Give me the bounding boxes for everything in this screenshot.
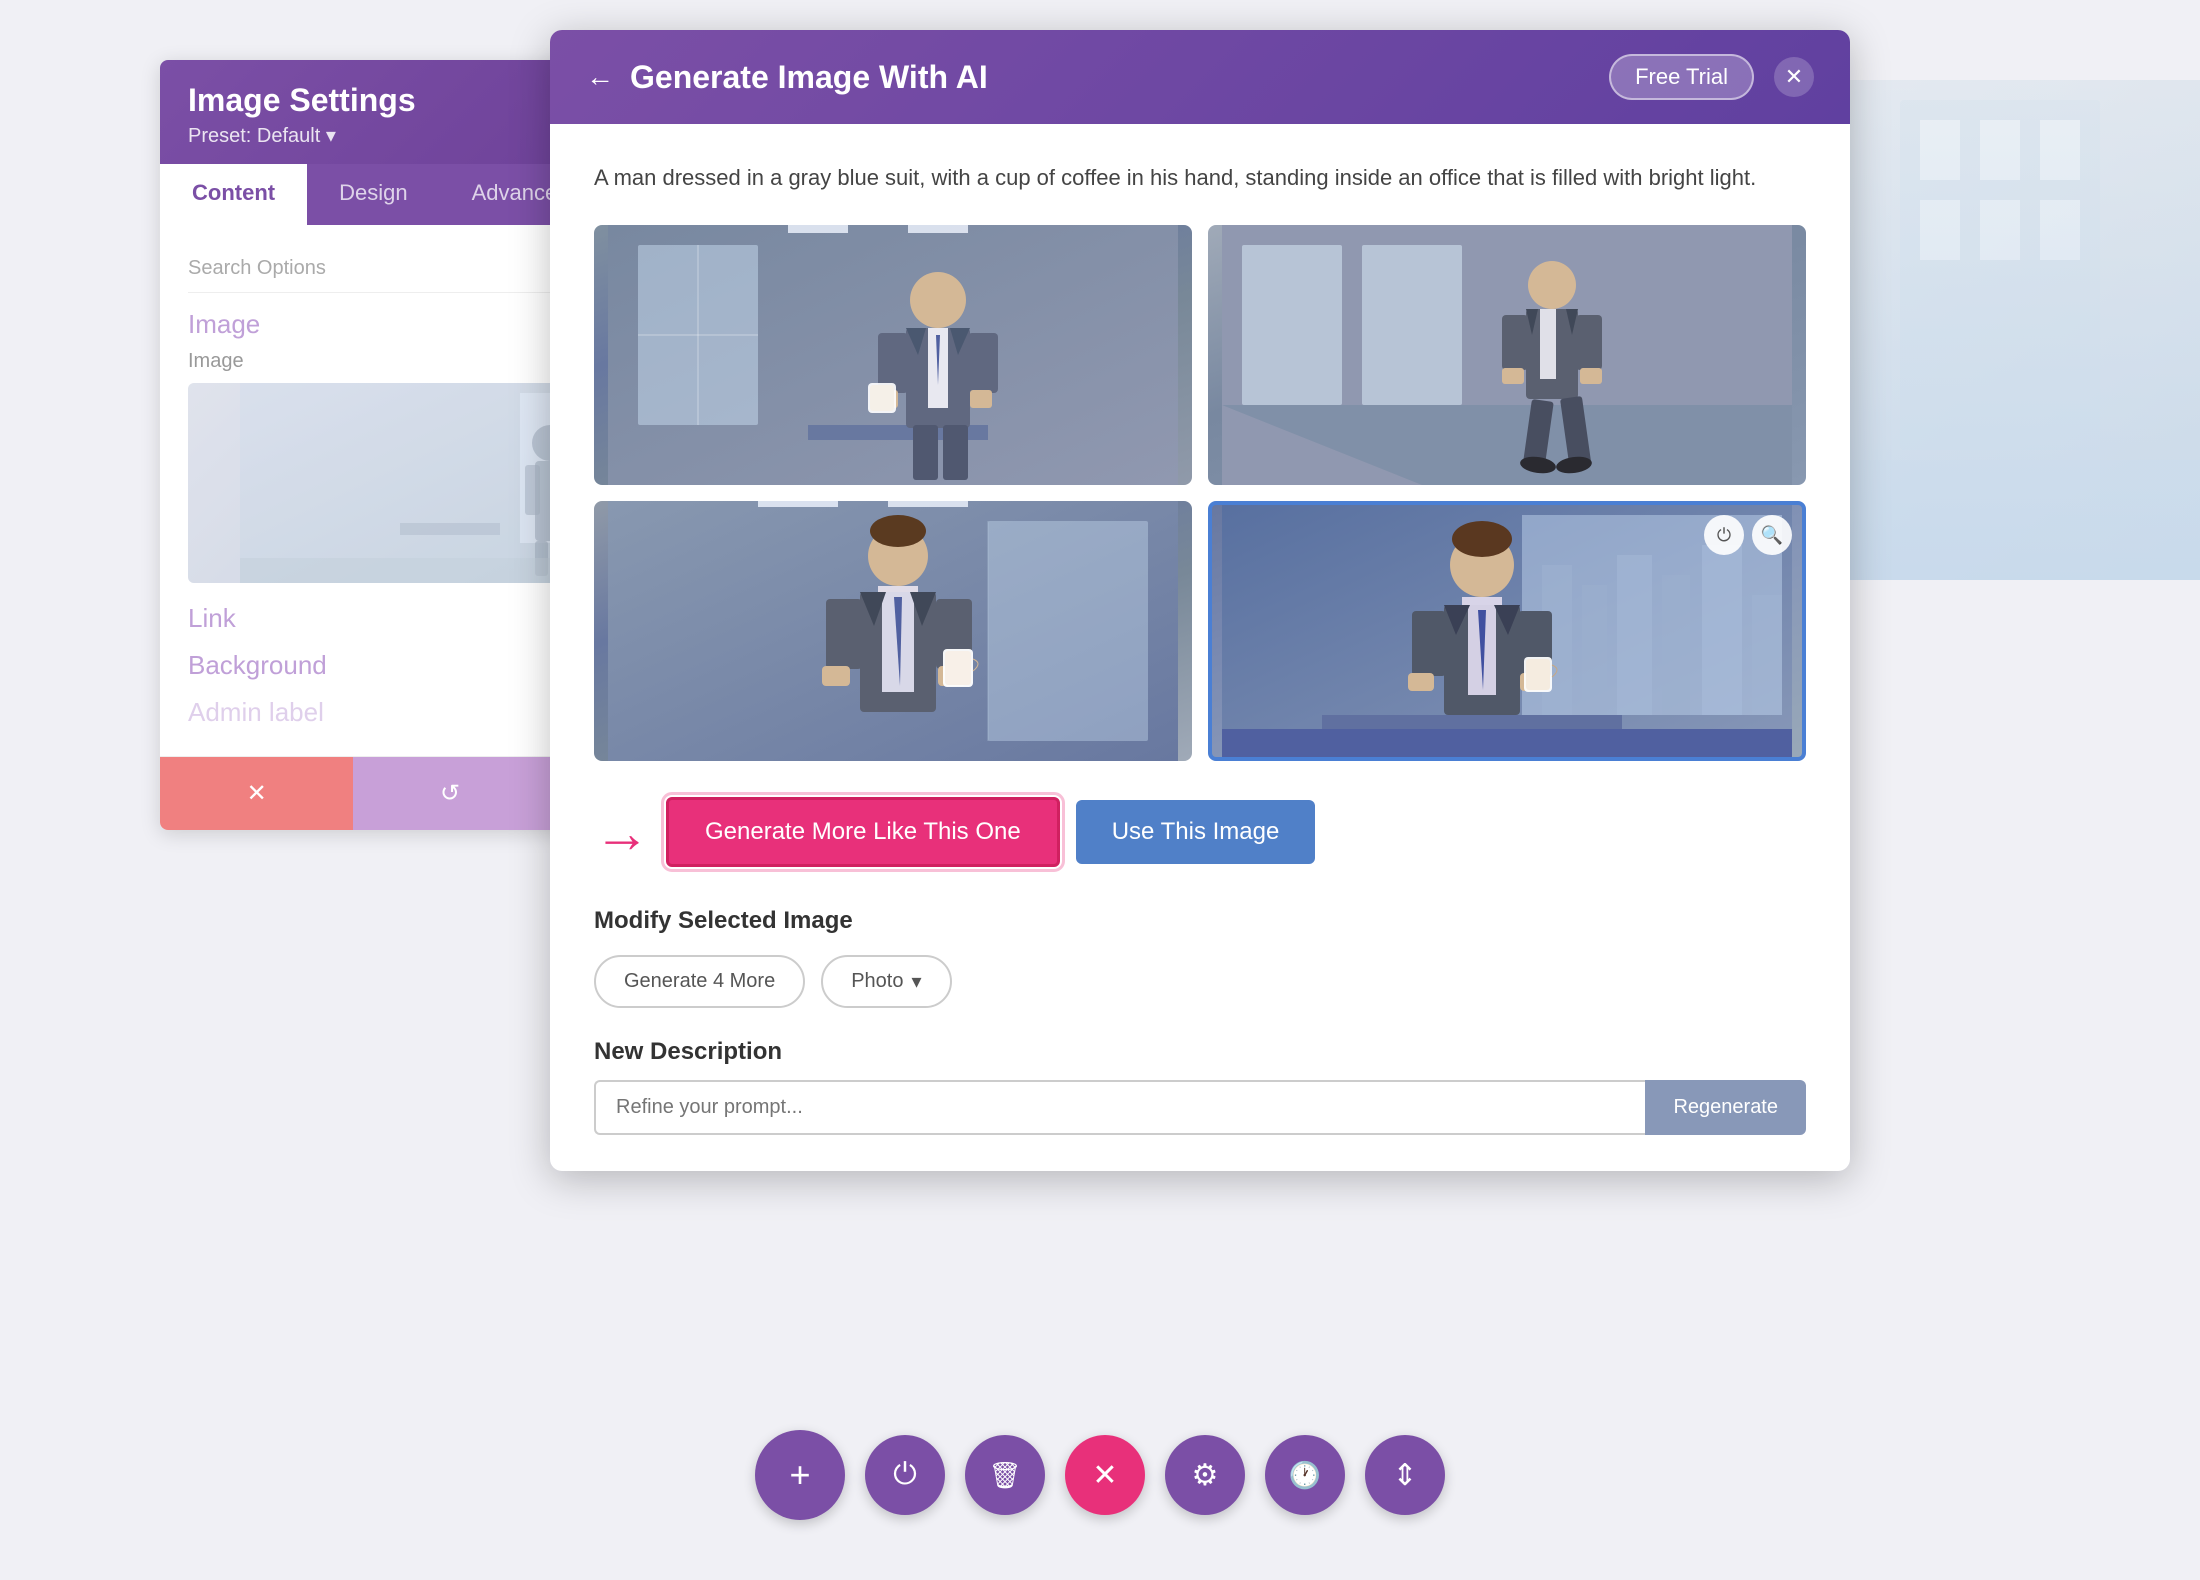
close-button[interactable]: ✕ (1065, 1435, 1145, 1515)
modal-header-left: ← Generate Image With AI (586, 59, 988, 96)
modify-heading: Modify Selected Image (594, 907, 1806, 935)
grid-image-4[interactable]: ⏻ 🔍 (1208, 501, 1806, 761)
free-trial-badge[interactable]: Free Trial (1609, 54, 1754, 100)
ai-modal: ← Generate Image With AI Free Trial ✕ A … (550, 30, 1850, 1171)
grid-image-2[interactable] (1208, 225, 1806, 485)
regenerate-button[interactable]: Regenerate (1645, 1080, 1806, 1135)
cancel-button[interactable]: ✕ (160, 757, 353, 830)
generate-more-button[interactable]: Generate More Like This One (666, 797, 1060, 867)
power-button[interactable]: ⏻ (865, 1435, 945, 1515)
back-button[interactable]: ← (586, 61, 614, 93)
columns-button[interactable]: ⇕ (1365, 1435, 1445, 1515)
grid-image-3[interactable] (594, 501, 1192, 761)
trash-button[interactable]: 🗑 (965, 1435, 1045, 1515)
tab-content[interactable]: Content (160, 164, 307, 225)
add-button[interactable]: + (755, 1430, 845, 1520)
modify-controls: Generate 4 More Photo ▾ (594, 955, 1806, 1008)
refine-row: Regenerate (594, 1080, 1806, 1135)
modal-close-button[interactable]: ✕ (1774, 57, 1814, 97)
style-select[interactable]: Photo ▾ (821, 955, 951, 1008)
arrow-indicator (594, 800, 650, 865)
generate-4-button[interactable]: Generate 4 More (594, 955, 805, 1008)
modal-title: Generate Image With AI (630, 59, 988, 96)
modal-header-right: Free Trial ✕ (1609, 54, 1814, 100)
history-button[interactable]: 🕐 (1265, 1435, 1345, 1515)
modal-body: A man dressed in a gray blue suit, with … (550, 124, 1850, 1171)
action-row: Generate More Like This One Use This Ima… (594, 797, 1806, 867)
image-grid: ⏻ 🔍 (594, 225, 1806, 761)
image-overlay: ⏻ 🔍 (1704, 515, 1792, 555)
image-power-button[interactable]: ⏻ (1704, 515, 1744, 555)
prompt-text: A man dressed in a gray blue suit, with … (594, 160, 1806, 195)
grid-image-1[interactable] (594, 225, 1192, 485)
tab-design[interactable]: Design (307, 164, 439, 225)
dropdown-arrow-icon: ▾ (911, 969, 921, 994)
gear-button[interactable]: ⚙ (1165, 1435, 1245, 1515)
panel-title: Image Settings (188, 82, 416, 119)
panel-preset: Preset: Default ▾ (188, 123, 416, 148)
divi-toolbar: + ⏻ 🗑 ✕ ⚙ 🕐 ⇕ (755, 1430, 1445, 1520)
refine-input[interactable] (594, 1080, 1645, 1135)
new-description-heading: New Description (594, 1038, 1806, 1066)
modal-header: ← Generate Image With AI Free Trial ✕ (550, 30, 1850, 124)
undo-button[interactable]: ↺ (353, 757, 546, 830)
use-image-button[interactable]: Use This Image (1076, 800, 1316, 864)
image-search-button[interactable]: 🔍 (1752, 515, 1792, 555)
